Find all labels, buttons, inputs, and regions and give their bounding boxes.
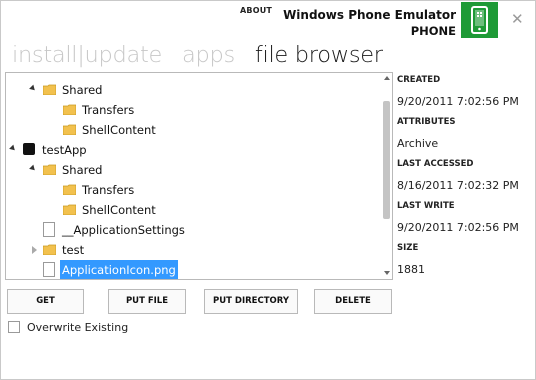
main-nav: install|update apps file browser	[12, 42, 383, 72]
app-icon	[23, 143, 35, 155]
created-label: CREATED	[397, 75, 441, 85]
tree-item-label: Shared	[62, 163, 103, 177]
close-icon[interactable]: ✕	[511, 10, 524, 28]
expand-icon[interactable]	[29, 164, 37, 173]
file-tree[interactable]: Shared Transfers ShellContent testApp Sh…	[5, 72, 393, 280]
tree-item-label: __ApplicationSettings	[62, 223, 185, 237]
device-name: Windows Phone Emulator	[283, 8, 456, 22]
tree-item-label: Transfers	[82, 103, 135, 117]
attributes-value: Archive	[397, 137, 439, 150]
expand-icon[interactable]	[9, 144, 17, 153]
folder-icon	[63, 204, 76, 215]
tree-row-clipped	[22, 73, 62, 79]
folder-icon	[43, 244, 56, 255]
last-write-value: 9/20/2011 7:02:56 PM	[397, 221, 519, 234]
folder-icon	[43, 164, 56, 175]
last-write-label: LAST WRITE	[397, 201, 455, 211]
folder-icon	[43, 84, 56, 95]
created-value: 9/20/2011 7:02:56 PM	[397, 95, 519, 108]
collapsed-icon[interactable]	[32, 246, 37, 254]
phone-icon	[461, 2, 498, 38]
last-accessed-label: LAST ACCESSED	[397, 159, 474, 169]
put-directory-button[interactable]: PUT DIRECTORY	[204, 289, 298, 314]
tree-item-label: test	[62, 243, 85, 257]
tree-item-label: testApp	[42, 143, 87, 157]
device-type: PHONE	[410, 24, 456, 38]
put-file-button[interactable]: PUT FILE	[108, 289, 186, 314]
size-value: 1881	[397, 263, 425, 276]
overwrite-label: Overwrite Existing	[27, 321, 129, 334]
tab-apps[interactable]: apps	[182, 42, 235, 68]
folder-icon	[63, 104, 76, 115]
tab-install-update[interactable]: install|update	[12, 42, 162, 68]
scroll-thumb[interactable]	[383, 101, 390, 219]
about-link[interactable]: ABOUT	[240, 6, 272, 15]
get-button[interactable]: GET	[7, 289, 84, 314]
tree-item-label: ShellContent	[82, 203, 156, 217]
attributes-label: ATTRIBUTES	[397, 117, 456, 127]
tab-file-browser[interactable]: file browser	[255, 42, 383, 68]
folder-icon	[63, 184, 76, 195]
overwrite-checkbox[interactable]	[8, 321, 20, 333]
last-accessed-value: 8/16/2011 7:02:32 PM	[397, 179, 519, 192]
scroll-down-icon[interactable]	[384, 271, 390, 275]
tree-item-label: Transfers	[82, 183, 135, 197]
tree-item-label: ApplicationIcon.png	[60, 260, 178, 279]
file-icon	[43, 222, 55, 237]
expand-icon[interactable]	[29, 84, 37, 93]
delete-button[interactable]: DELETE	[314, 289, 392, 314]
tree-scrollbar[interactable]	[382, 73, 392, 279]
tree-item-label: ShellContent	[82, 123, 156, 137]
file-icon	[43, 262, 55, 277]
tree-item-label: Shared	[62, 83, 103, 97]
scroll-up-icon[interactable]	[384, 76, 390, 80]
size-label: SIZE	[397, 243, 419, 253]
folder-icon	[63, 124, 76, 135]
